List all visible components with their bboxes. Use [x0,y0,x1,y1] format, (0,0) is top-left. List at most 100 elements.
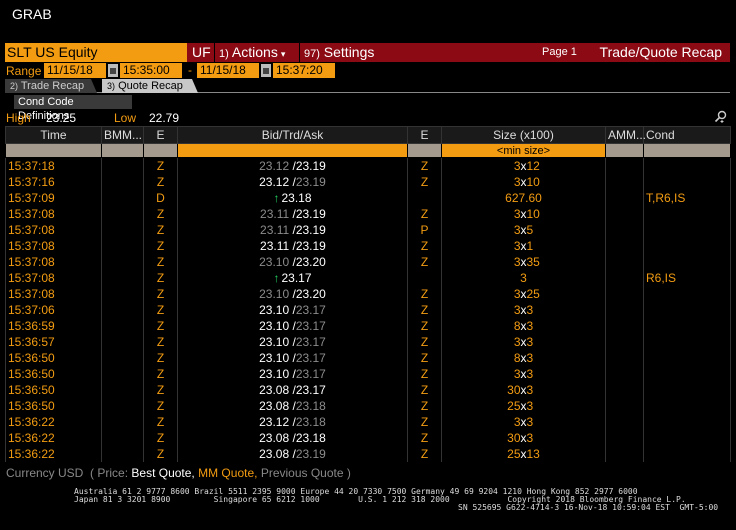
table-row[interactable]: 15:36:50 Z 23.08 /23.17 Z 30x3 [5,381,731,398]
ask-size: 3 [526,430,534,445]
bid-size: 30 [507,382,521,397]
price-separator: / [289,318,296,333]
security-field[interactable]: SLT US Equity [5,43,187,62]
table-row[interactable]: 15:36:59 Z 23.10 /23.17 Z 8x3 [5,317,731,334]
filter-amm[interactable] [605,143,644,158]
table-row[interactable]: 15:36:50 Z 23.10 /23.17 Z 8x3 [5,349,731,366]
filter-bid-exchange[interactable] [143,143,178,158]
cell-amm [605,397,644,414]
table-row[interactable]: 15:37:08 Z ↑ 23.17 3 R6,IS [5,269,731,286]
tab-trade-recap[interactable]: 2) Trade Recap [5,79,97,93]
cell-cond [643,221,731,238]
bid-price: 23.12 [259,158,290,173]
ask-size: 5 [526,222,534,237]
bid-price: 23.10 [259,302,290,317]
cell-cond [643,429,731,446]
cell-bid-trd-ask: ↑ 23.17 [177,269,408,286]
ask-size: 3 [526,398,534,413]
table-row[interactable]: 15:37:08 Z 23.10 /23.20 Z 3x35 [5,253,731,270]
column-header-bid-trd-ask[interactable]: Bid/Trd/Ask [177,126,408,144]
bid-size: 3 [513,334,521,349]
cell-bmm [101,333,144,350]
cell-bmm [101,317,144,334]
cell-amm [605,157,644,174]
table-row[interactable]: 15:36:50 Z 23.10 /23.17 Z 3x3 [5,365,731,382]
cell-size: 627.60 [441,189,606,206]
filter-ask-exchange[interactable] [407,143,442,158]
cell-cond [643,365,731,382]
end-date-field[interactable]: 11/15/18 [197,63,259,78]
cell-bid-trd-ask: 23.11 /23.19 [177,221,408,238]
low-value: 22.79 [149,111,180,125]
filter-bmm[interactable] [101,143,144,158]
tab-quote-recap[interactable]: 3) Quote Recap [102,79,198,93]
cell-cond [643,333,731,350]
range-label: Range [6,64,42,78]
cell-ask-exchange: Z [407,349,442,366]
bid-price: 23.11 [260,222,290,237]
cell-amm [605,221,644,238]
cond-code-definitions-button[interactable]: Cond Code Definitions [14,95,132,122]
zoom-magnifier-icon[interactable] [714,110,728,124]
actions-menu-button[interactable]: 1) Actions ▾ [216,43,300,62]
column-header-bid-exchange[interactable]: E [143,126,178,144]
filter-time[interactable] [5,143,102,158]
ask-price: 23.17 [295,366,326,381]
cell-ask-exchange: Z [407,413,442,430]
filter-bid-trd-ask[interactable] [177,143,408,158]
column-header-amm[interactable]: AMM... [605,126,646,144]
column-header-ask-exchange[interactable]: E [407,126,442,144]
price-separator: / [289,302,296,317]
ask-price: 23.17 [295,382,326,397]
bid-size: 3 [513,206,521,221]
ask-price: 23.18 [295,430,326,445]
filter-min-size[interactable]: <min size> [441,143,606,158]
actions-number: 1) [219,48,229,60]
cell-bid-exchange: D [143,189,178,206]
cell-bmm [101,173,144,190]
cell-bmm [101,189,144,206]
cell-size: 30x3 [441,381,606,398]
cell-amm [605,237,644,254]
cell-time: 15:36:50 [5,349,102,366]
table-row[interactable]: 15:37:16 Z 23.12 /23.19 Z 3x10 [5,173,731,190]
end-time-field[interactable]: 15:37:20 [273,63,335,78]
table-row[interactable]: 15:36:22 Z 23.08 /23.18 Z 30x3 [5,429,731,446]
ask-size: 12 [526,158,540,173]
start-time-field[interactable]: 15:35:00 [120,63,182,78]
low-label: Low [114,111,137,125]
ask-price: 23.20 [295,254,326,269]
calendar-icon[interactable] [108,64,118,77]
uf-button[interactable]: UF [189,43,215,62]
table-row[interactable]: 15:36:50 Z 23.08 /23.18 Z 25x3 [5,397,731,414]
cell-amm [605,381,644,398]
ask-size: 3 [526,366,534,381]
table-row[interactable]: 15:37:09 D ↑ 23.18 627.60 T,R6,IS [5,189,731,206]
column-header-bmm[interactable]: BMM... [101,126,144,144]
ask-price: 23.18 [295,414,326,429]
column-header-size[interactable]: Size (x100) [441,126,606,144]
cell-time: 15:37:08 [5,253,102,270]
table-row[interactable]: 15:37:08 Z 23.11 /23.19 Z 3x1 [5,237,731,254]
table-row[interactable]: 15:37:18 Z 23.12 /23.19 Z 3x12 [5,157,731,174]
start-date-field[interactable]: 11/15/18 [44,63,106,78]
cell-bid-trd-ask: 23.08 /23.18 [177,397,408,414]
column-header-time[interactable]: Time [5,126,102,144]
table-row[interactable]: 15:36:22 Z 23.12 /23.18 Z 3x3 [5,413,731,430]
table-row[interactable]: 15:37:06 Z 23.10 /23.17 Z 3x3 [5,301,731,318]
cell-bid-exchange: Z [143,413,178,430]
table-row[interactable]: 15:37:08 Z 23.11 /23.19 P 3x5 [5,221,731,238]
column-header-cond[interactable]: Cond [643,126,731,144]
table-row[interactable]: 15:37:08 Z 23.11 /23.19 Z 3x10 [5,205,731,222]
table-row[interactable]: 15:36:22 Z 23.08 /23.19 Z 25x13 [5,445,731,462]
bid-price: 23.10 [259,366,290,381]
legend-best-quote: Best Quote, [131,466,195,480]
table-row[interactable]: 15:36:57 Z 23.10 /23.17 Z 3x3 [5,333,731,350]
bid-size: 3 [513,174,521,189]
table-row[interactable]: 15:37:08 Z 23.10 /23.20 Z 3x25 [5,285,731,302]
cell-size: 3x10 [441,205,606,222]
calendar-icon[interactable] [261,64,271,77]
filter-cond[interactable] [643,143,731,158]
cell-size: 25x3 [441,397,606,414]
settings-button[interactable]: 97) Settings [301,43,385,62]
